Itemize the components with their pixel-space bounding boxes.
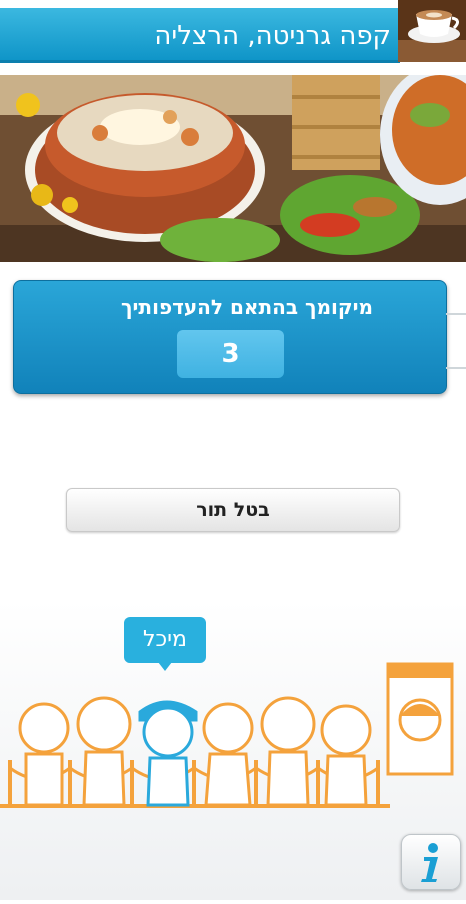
queue-position-card: מיקומך בהתאם להעדפותיך 3 <box>13 280 447 394</box>
coffee-cup-image <box>398 0 466 62</box>
restaurant-food-photo <box>0 75 466 262</box>
current-user-name-bubble: מיכל <box>124 617 206 663</box>
page-title: קפה גרניטה, הרצליה <box>154 21 391 51</box>
app-header: קפה גרניטה, הרצליה <box>0 0 466 70</box>
bubble-pointer <box>158 662 172 671</box>
info-icon <box>421 843 438 882</box>
info-button[interactable] <box>401 834 461 890</box>
queue-position-number: 3 <box>221 339 240 369</box>
card-edge-mark <box>446 367 466 369</box>
queue-illustration <box>0 600 466 900</box>
card-edge-mark <box>446 313 466 315</box>
queue-position-box: 3 <box>177 330 284 378</box>
queue-position-label: מיקומך בהתאם להעדפותיך <box>120 295 373 319</box>
cancel-queue-button[interactable]: בטל תור <box>66 488 400 532</box>
